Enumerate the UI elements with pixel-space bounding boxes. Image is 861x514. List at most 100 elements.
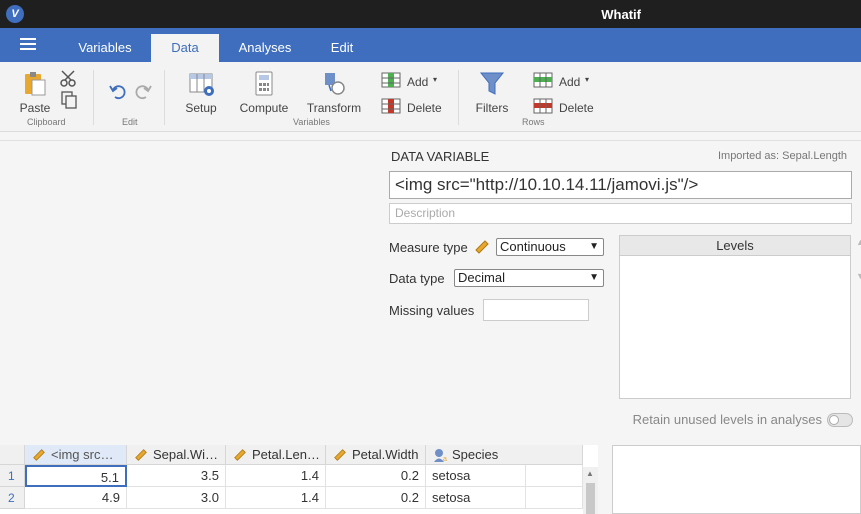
copy-icon[interactable] [60, 91, 78, 109]
column-header-1[interactable]: <img src… [25, 445, 127, 465]
ruler-icon [135, 449, 147, 461]
column-header-label: Petal.Len… [252, 447, 320, 462]
description-input[interactable]: Description [389, 203, 852, 224]
table-cell[interactable]: setosa [426, 465, 526, 487]
table-cell[interactable]: 5.1 [25, 465, 127, 487]
add-variable-dropdown-icon[interactable]: ▾ [433, 75, 437, 84]
table-cell-empty[interactable] [526, 487, 583, 509]
scroll-up-icon[interactable]: ▲ [586, 469, 594, 478]
table-cell[interactable]: 0.2 [326, 465, 426, 487]
levels-panel: Levels [619, 235, 851, 399]
grid-corner [0, 445, 25, 465]
compute-button[interactable]: Compute [238, 70, 290, 115]
level-move-up-icon[interactable]: ▲ [856, 237, 861, 247]
add-row-button[interactable]: Add ▾ [533, 72, 589, 91]
delete-row-button[interactable]: Delete [533, 98, 594, 117]
ruler-icon [33, 449, 45, 461]
column-header-5[interactable]: a Species [426, 445, 583, 465]
column-header-3[interactable]: Petal.Len… [226, 445, 326, 465]
scrollbar-thumb[interactable] [586, 483, 595, 514]
ribbon-separator [164, 70, 165, 125]
table-cell[interactable]: 3.0 [127, 487, 226, 509]
measure-type-value: Continuous [500, 239, 566, 254]
hamburger-menu-icon[interactable] [20, 38, 36, 52]
variable-name-input[interactable]: <img src="http://10.10.14.11/jamovi.js"/… [389, 171, 852, 199]
rows-group-label: Rows [522, 117, 545, 127]
menu-bar: Variables Data Analyses Edit [0, 28, 861, 62]
ruler-icon [475, 240, 489, 254]
transform-icon [325, 73, 345, 95]
paste-label: Paste [19, 101, 51, 115]
ruler-icon [234, 449, 246, 461]
add-variable-button[interactable]: Add ▾ [381, 72, 437, 91]
data-type-value: Decimal [458, 270, 505, 285]
row-number[interactable]: 2 [0, 487, 25, 509]
add-column-icon [381, 72, 401, 88]
data-grid: <img src… Sepal.Wi… Petal.Len… Petal.Wid… [0, 445, 598, 514]
ribbon-separator [458, 70, 459, 125]
table-cell-empty[interactable] [526, 465, 583, 487]
delete-row-icon [533, 98, 553, 114]
cut-icon[interactable] [60, 69, 78, 87]
levels-header: Levels [620, 236, 850, 256]
column-header-label: Petal.Width [352, 447, 419, 462]
svg-text:a: a [443, 456, 447, 462]
table-cell[interactable]: 0.2 [326, 487, 426, 509]
calculator-icon [255, 71, 273, 96]
table-cell[interactable]: 3.5 [127, 465, 226, 487]
chevron-down-icon: ▼ [589, 241, 599, 252]
grid-vertical-scrollbar[interactable]: ▲ [583, 467, 598, 514]
transform-label: Transform [306, 101, 362, 115]
column-header-4[interactable]: Petal.Width [326, 445, 426, 465]
table-cell[interactable]: 4.9 [25, 487, 127, 509]
delete-variable-label: Delete [407, 101, 442, 115]
row-number[interactable]: 1 [0, 465, 25, 487]
missing-values-label: Missing values [389, 303, 475, 318]
tab-data[interactable]: Data [151, 34, 219, 62]
tab-variables[interactable]: Variables [66, 34, 144, 62]
compute-label: Compute [239, 101, 289, 115]
imported-as-label: Imported as: Sepal.Length [717, 150, 847, 162]
add-row-icon [533, 72, 553, 88]
column-header-label: Sepal.Wi… [153, 447, 219, 462]
redo-icon[interactable] [134, 82, 152, 100]
retain-unused-levels-toggle[interactable] [827, 413, 853, 427]
setup-label: Setup [185, 101, 217, 115]
column-header-2[interactable]: Sepal.Wi… [127, 445, 226, 465]
window-title: Whatif [601, 7, 641, 22]
data-variable-heading: DATA VARIABLE [391, 149, 490, 164]
variable-editor-panel: DATA VARIABLE Imported as: Sepal.Length … [0, 140, 861, 438]
retain-unused-levels-label: Retain unused levels in analyses [632, 412, 822, 427]
undo-icon[interactable] [109, 82, 127, 100]
table-cell[interactable]: setosa [426, 487, 526, 509]
transform-button[interactable]: Transform [305, 70, 363, 115]
chevron-down-icon: ▼ [589, 272, 599, 283]
filters-button[interactable]: Filters [472, 70, 512, 115]
tab-analyses[interactable]: Analyses [226, 34, 304, 62]
ruler-icon [334, 449, 346, 461]
variables-group-label: Variables [293, 117, 330, 127]
paste-icon [25, 72, 46, 96]
add-variable-label: Add [407, 75, 429, 89]
measure-type-select[interactable]: Continuous ▼ [496, 238, 604, 256]
tab-edit[interactable]: Edit [314, 34, 370, 62]
level-move-down-icon[interactable]: ▼ [856, 271, 861, 281]
data-type-label: Data type [389, 271, 445, 286]
paste-button[interactable]: Paste [16, 70, 54, 115]
measure-type-label: Measure type [389, 240, 468, 255]
results-panel [612, 445, 861, 514]
add-row-dropdown-icon[interactable]: ▾ [585, 75, 589, 84]
missing-values-input[interactable] [483, 299, 589, 321]
clipboard-group-label: Clipboard [27, 117, 66, 127]
table-cell[interactable]: 1.4 [226, 465, 326, 487]
add-row-label: Add [559, 75, 581, 89]
data-type-select[interactable]: Decimal ▼ [454, 269, 604, 287]
column-header-label: Species [452, 447, 499, 462]
filter-icon [479, 72, 505, 95]
title-bar: V Whatif [0, 0, 861, 28]
filters-label: Filters [475, 101, 509, 115]
table-cell[interactable]: 1.4 [226, 487, 326, 509]
edit-group-label: Edit [122, 117, 138, 127]
delete-variable-button[interactable]: Delete [381, 98, 442, 117]
setup-button[interactable]: Setup [180, 70, 222, 115]
